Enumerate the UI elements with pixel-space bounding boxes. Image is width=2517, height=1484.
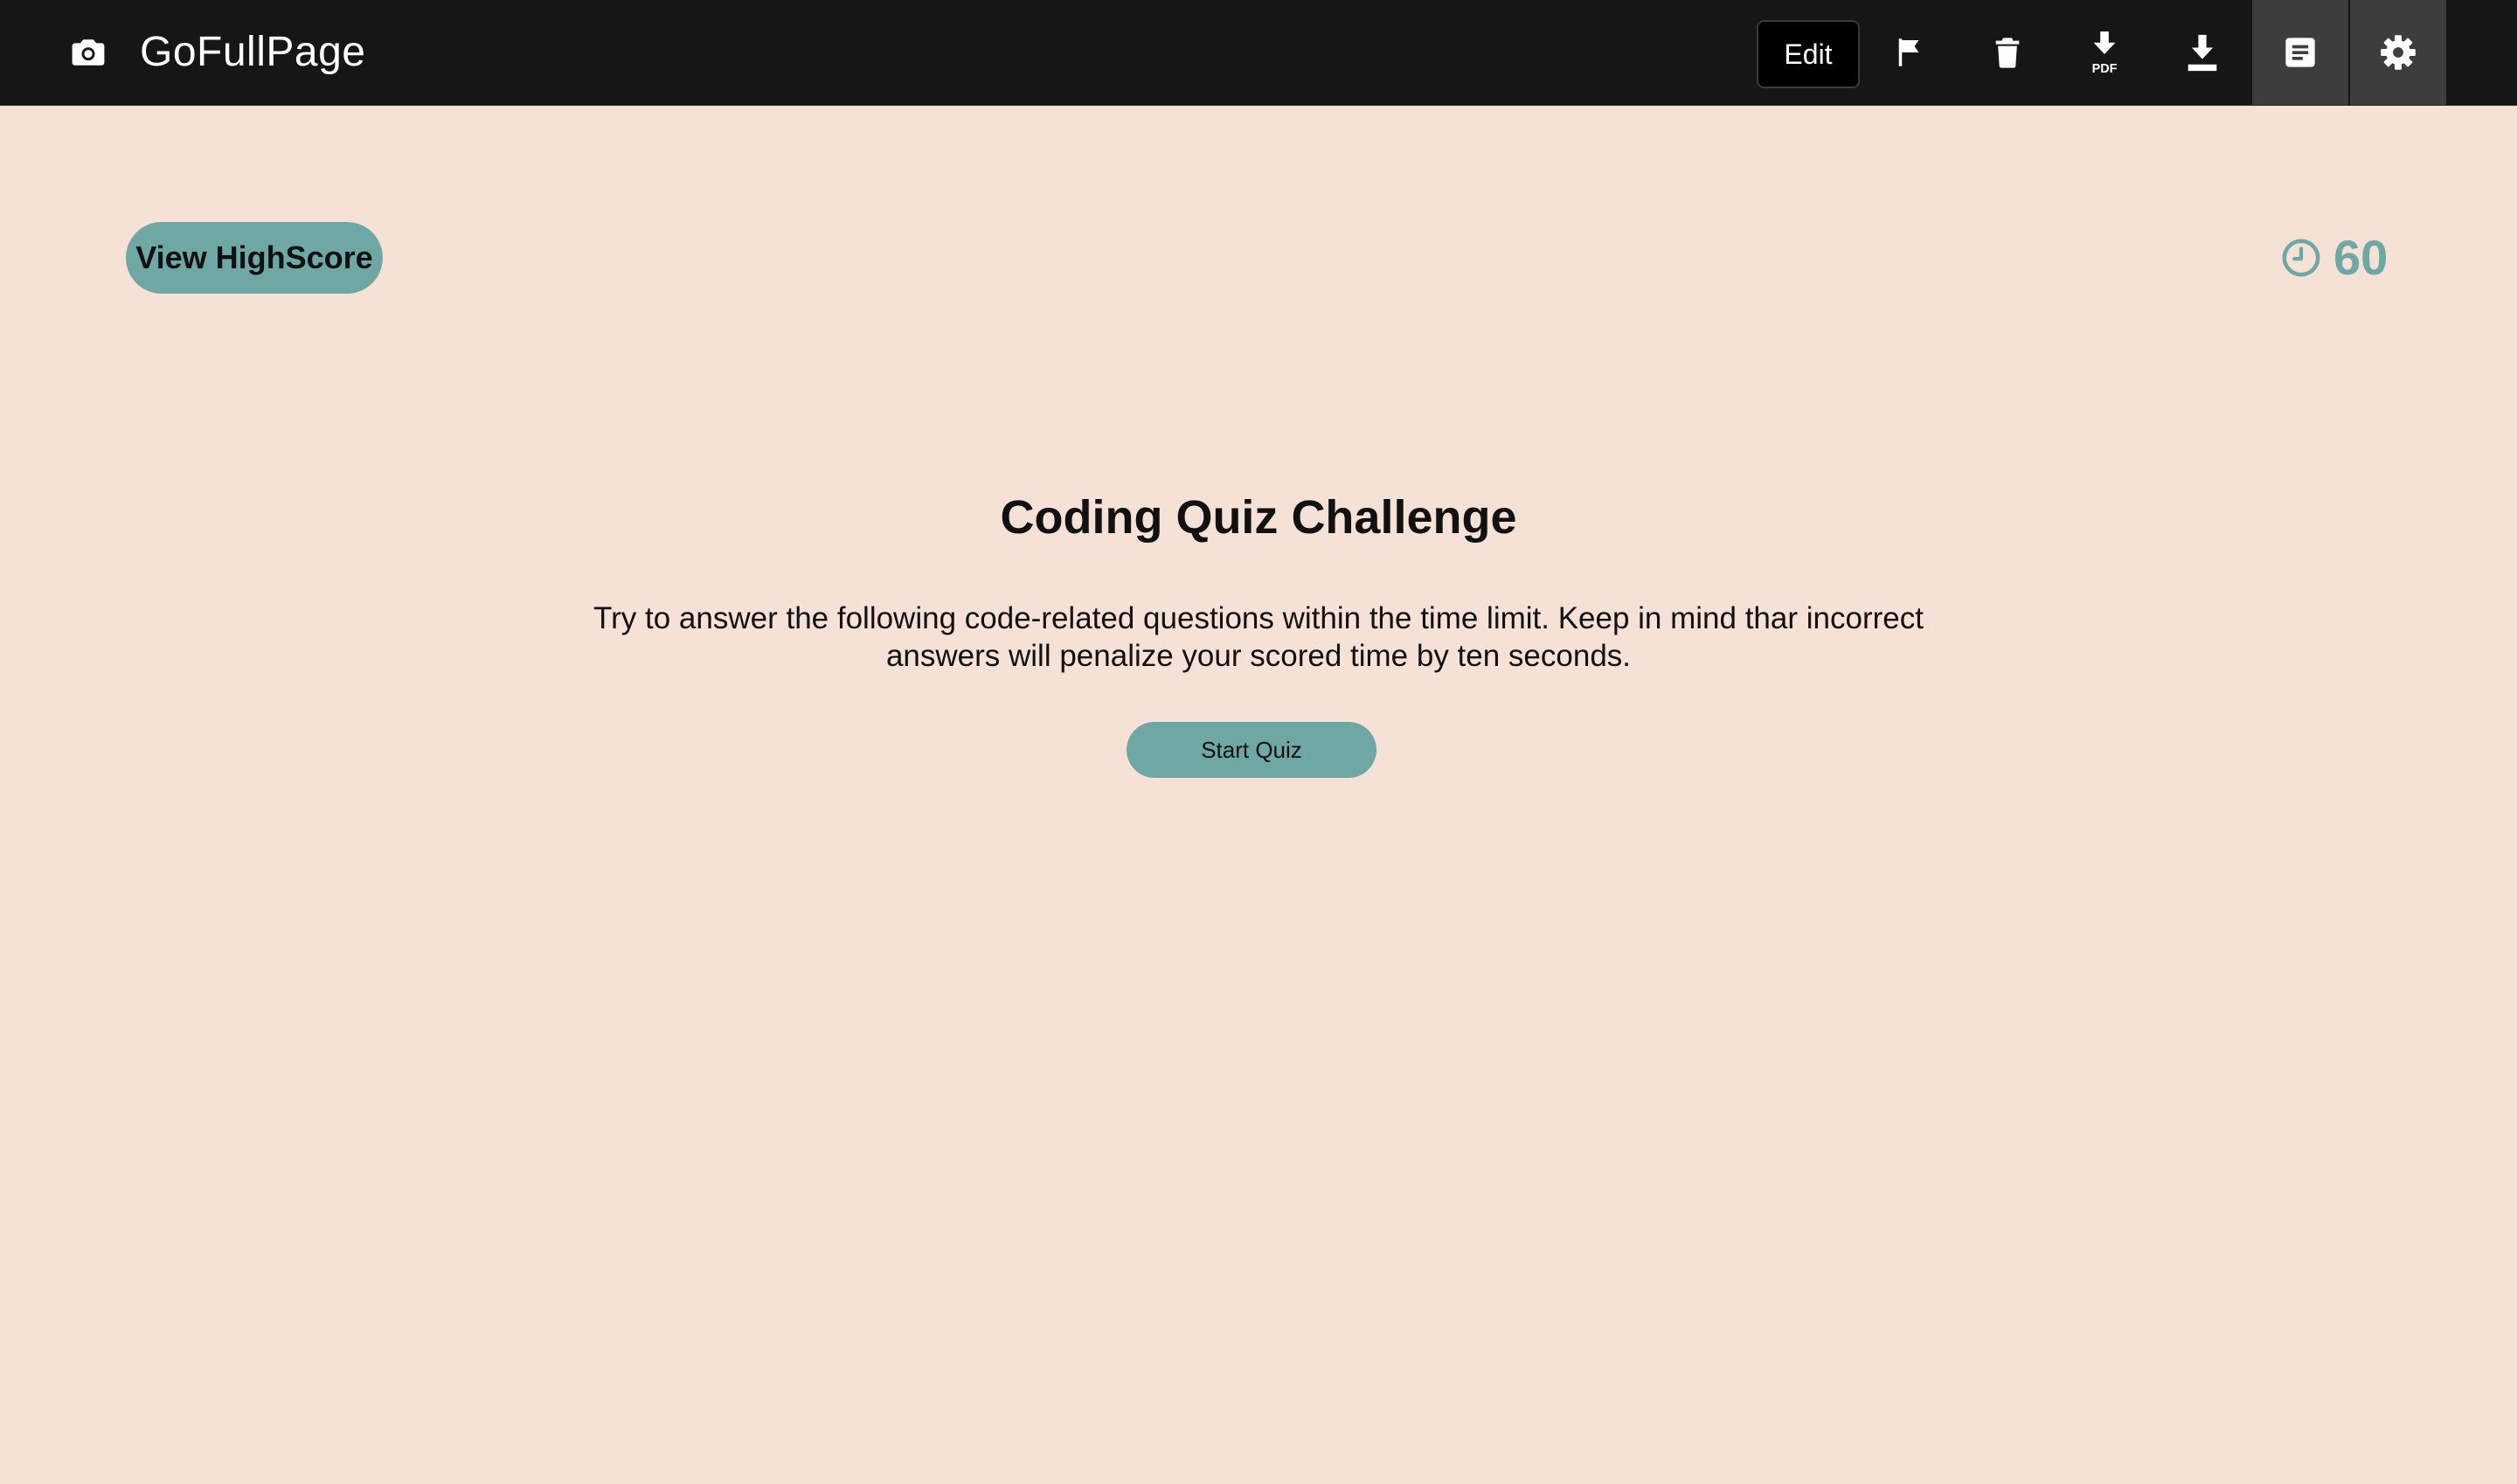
flag-button[interactable] [1862, 0, 1958, 105]
download-icon [2188, 34, 2217, 72]
timer-value: 60 [2333, 230, 2389, 285]
page-title: Coding Quiz Challenge [1000, 491, 1517, 544]
view-highscore-button[interactable]: View HighScore [126, 222, 383, 294]
svg-text:PDF: PDF [2092, 62, 2118, 75]
download-pdf-button[interactable]: PDF [2056, 0, 2153, 105]
flag-icon [1898, 38, 1919, 66]
timer: 60 [2281, 229, 2388, 287]
settings-button[interactable] [2350, 0, 2446, 105]
delete-button[interactable] [1959, 0, 2056, 105]
start-quiz-button[interactable]: Start Quiz [1127, 722, 1376, 778]
trash-icon [1995, 38, 2020, 68]
document-icon [2285, 38, 2315, 67]
notes-button[interactable] [2252, 0, 2348, 105]
camera-icon [72, 39, 105, 66]
quiz-description: Try to answer the following code-related… [593, 601, 1924, 673]
clock-icon [2282, 239, 2320, 277]
download-pdf-icon: PDF [2092, 31, 2118, 75]
brand-name: GoFullPage [140, 29, 366, 75]
gear-icon [2381, 35, 2416, 70]
edit-button[interactable]: Edit [1757, 20, 1860, 88]
extension-toolbar: GoFullPage Edit PDF [0, 0, 2517, 106]
download-button[interactable] [2154, 0, 2250, 105]
